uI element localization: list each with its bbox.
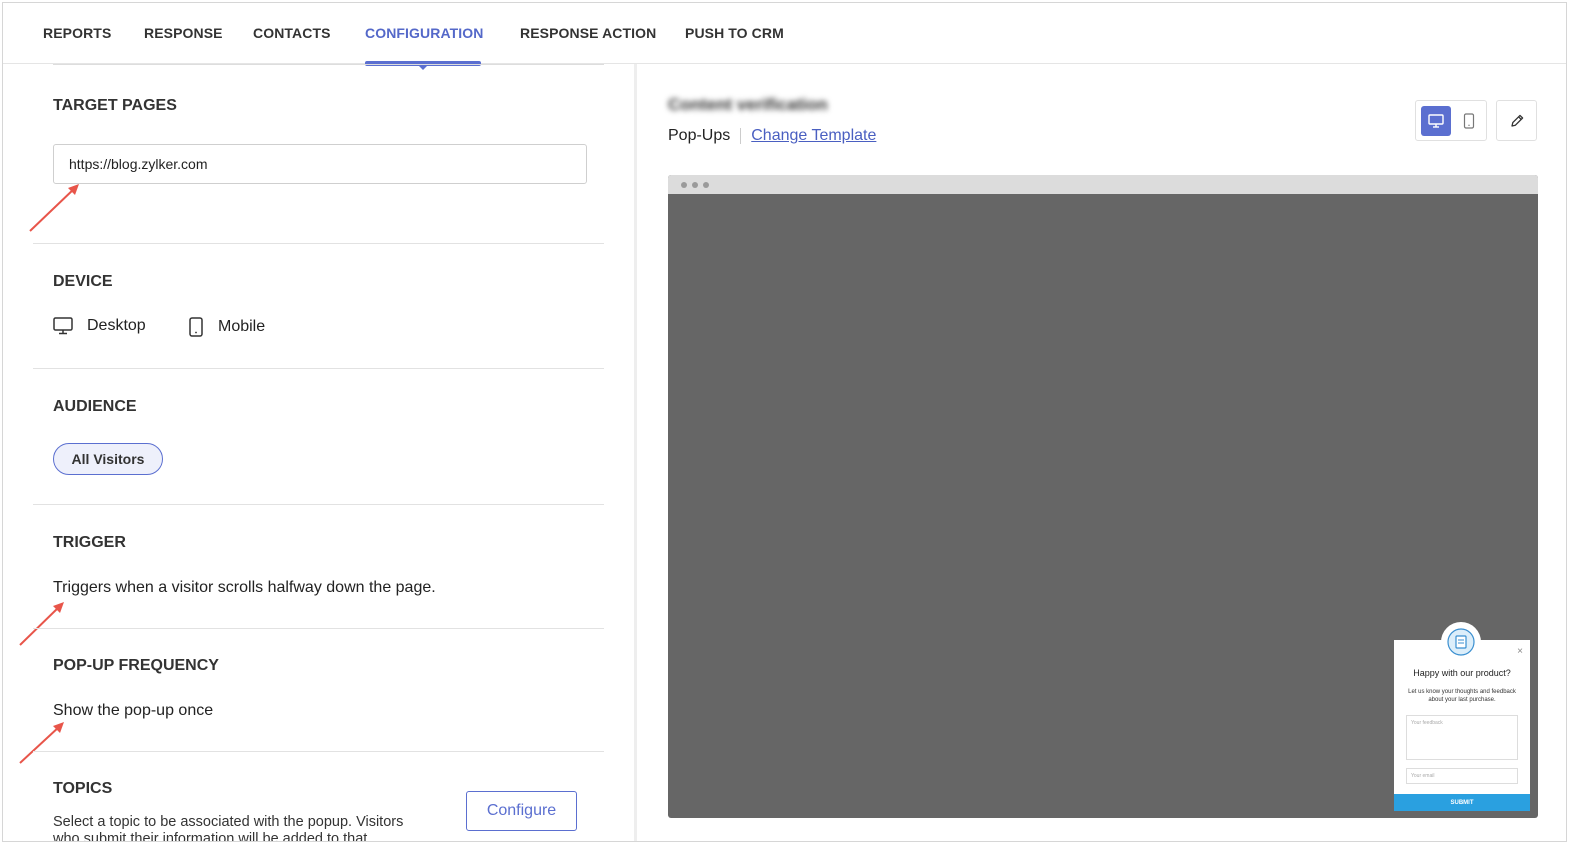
mobile-icon xyxy=(189,317,203,337)
trigger-title: TRIGGER xyxy=(53,534,126,551)
window-dot-icon xyxy=(703,182,709,188)
popup-title: Happy with our product? xyxy=(1413,668,1511,678)
frequency-text: Show the pop-up once xyxy=(53,702,214,719)
device-mobile-label: Mobile xyxy=(218,318,266,335)
frequency-title: POP-UP FREQUENCY xyxy=(53,657,219,674)
preview-desktop-button[interactable] xyxy=(1421,106,1451,136)
divider xyxy=(33,368,604,369)
annotation-arrow-icon xyxy=(29,184,79,232)
trigger-text: Triggers when a visitor scrolls halfway … xyxy=(53,579,436,596)
tab-bar: REPORTS RESPONSE CONTACTS CONFIGURATION … xyxy=(3,3,1566,70)
target-pages-title: TARGET PAGES xyxy=(53,97,177,114)
audience-title: AUDIENCE xyxy=(53,398,137,415)
popup-description: Let us know your thoughts and feedback a… xyxy=(1408,689,1516,703)
tab-push-to-crm[interactable]: PUSH TO CRM xyxy=(685,25,784,41)
campaign-title: Content verification xyxy=(668,95,828,114)
window-dot-icon xyxy=(692,182,698,188)
app-frame: REPORTS RESPONSE CONTACTS CONFIGURATION … xyxy=(2,2,1567,842)
audience-pill[interactable]: All Visitors xyxy=(53,443,163,475)
panel-divider xyxy=(634,64,637,841)
tab-configuration[interactable]: CONFIGURATION xyxy=(365,25,483,41)
topics-text: Select a topic to be associated with the… xyxy=(53,814,404,842)
divider xyxy=(53,64,604,65)
popup-preview: × Happy with our product? Let us know yo… xyxy=(1394,622,1530,811)
tab-response[interactable]: RESPONSE xyxy=(144,25,223,41)
tab-response-action[interactable]: RESPONSE ACTION xyxy=(520,25,656,41)
device-title: DEVICE xyxy=(53,273,113,290)
popup-badge xyxy=(1441,622,1481,662)
annotation-arrow-icon xyxy=(19,602,64,646)
configure-button[interactable]: Configure xyxy=(466,791,577,831)
topics-title: TOPICS xyxy=(53,780,113,797)
popup-feedback-field[interactable]: Your feedback xyxy=(1406,715,1518,760)
change-template-link[interactable]: Change Template xyxy=(751,127,876,145)
target-url-input[interactable] xyxy=(53,144,587,184)
popup-submit-button[interactable]: SUBMIT xyxy=(1394,794,1530,811)
tab-contacts[interactable]: CONTACTS xyxy=(253,25,331,41)
mobile-icon xyxy=(1463,113,1475,129)
desktop-icon xyxy=(53,317,73,335)
divider xyxy=(33,243,604,244)
pencil-icon xyxy=(1510,114,1523,127)
device-mobile-option[interactable]: Mobile xyxy=(188,317,265,337)
campaign-type: Pop-Ups xyxy=(668,127,731,144)
device-desktop-label: Desktop xyxy=(87,317,146,334)
divider xyxy=(33,504,604,505)
tab-reports[interactable]: REPORTS xyxy=(43,25,111,41)
badge-icon xyxy=(1447,628,1475,656)
separator xyxy=(740,128,742,144)
preview-device-toggle xyxy=(1415,100,1487,141)
edit-button[interactable] xyxy=(1496,100,1537,141)
divider xyxy=(33,628,604,629)
browser-preview: × Happy with our product? Let us know yo… xyxy=(668,175,1538,818)
configuration-panel: TARGET PAGES DEVICE Desktop Mobile AUDIE… xyxy=(3,64,634,842)
preview-mobile-button[interactable] xyxy=(1457,106,1481,136)
browser-title-bar xyxy=(668,175,1538,194)
divider xyxy=(33,751,604,752)
template-row: Pop-Ups Change Template xyxy=(668,127,876,145)
annotation-arrow-icon xyxy=(19,722,64,764)
desktop-icon xyxy=(1428,114,1444,128)
popup-close-icon[interactable]: × xyxy=(1517,646,1523,657)
window-dot-icon xyxy=(681,182,687,188)
popup-email-field[interactable]: Your email xyxy=(1406,768,1518,784)
device-desktop-option[interactable]: Desktop xyxy=(53,317,146,335)
